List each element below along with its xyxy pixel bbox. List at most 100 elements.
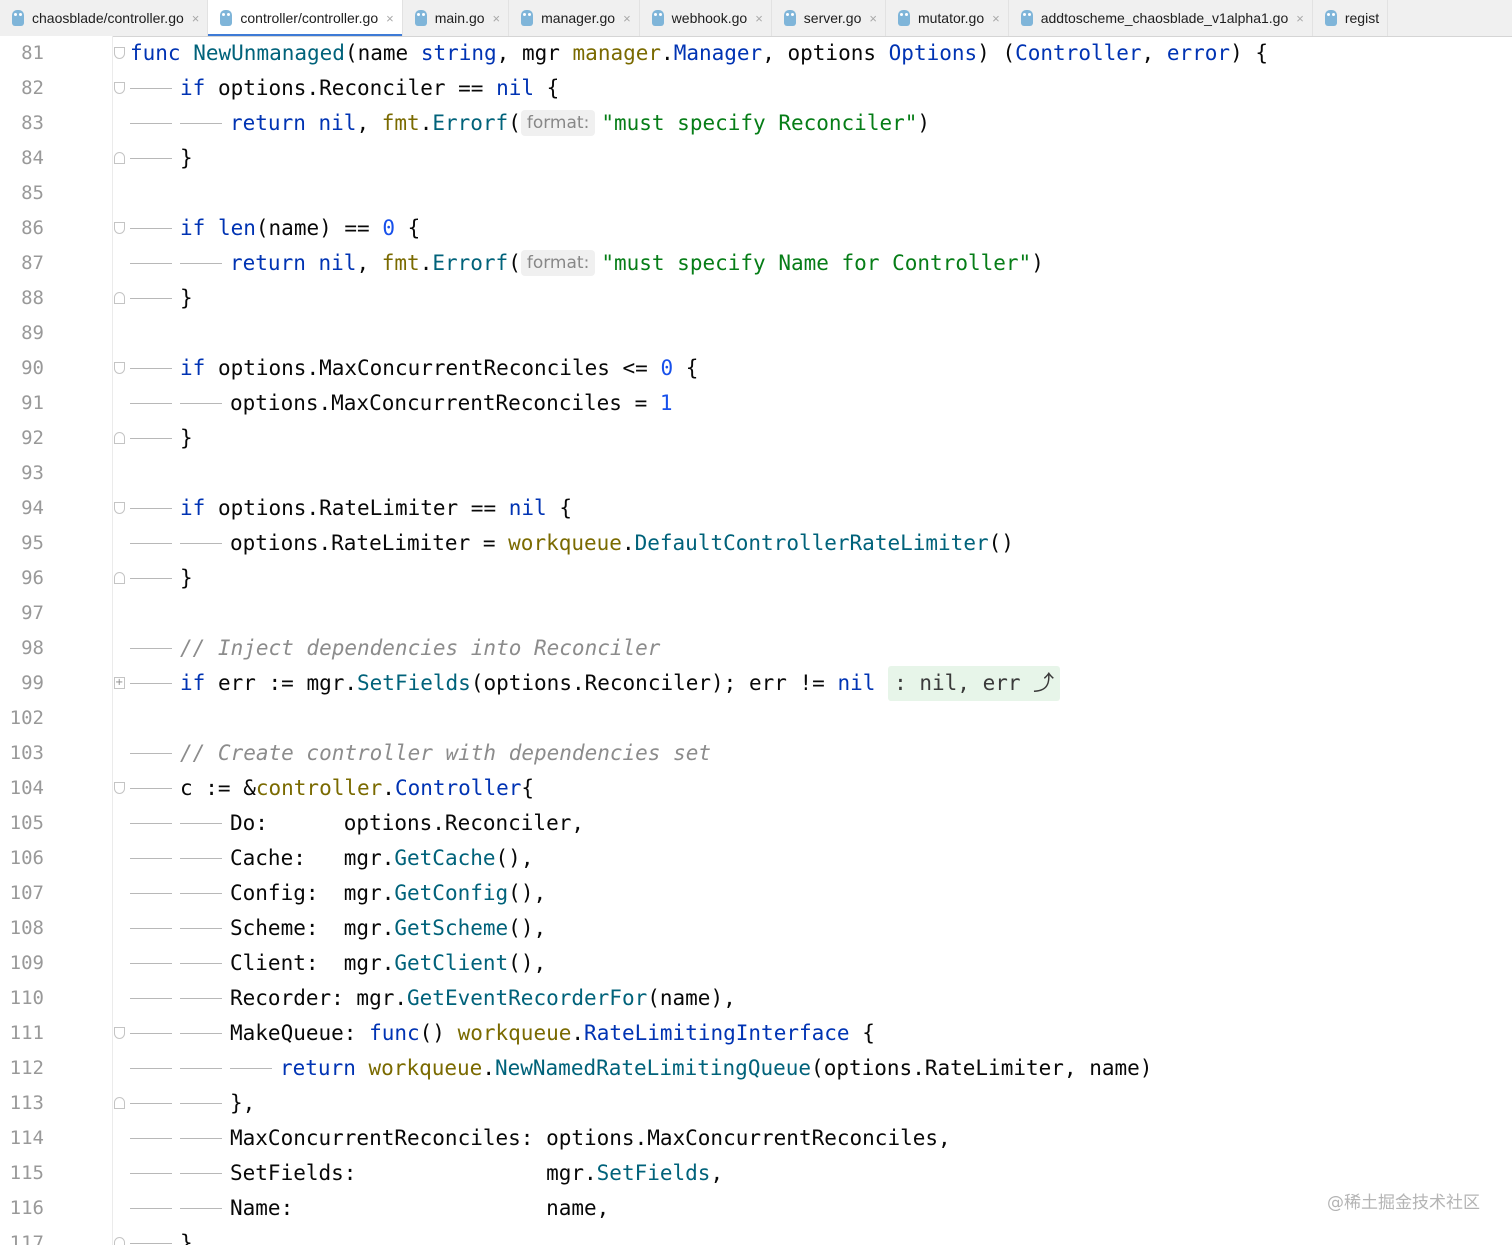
code-line: 92} (0, 421, 1512, 456)
code-token: (), (508, 881, 547, 905)
close-icon[interactable]: × (869, 11, 877, 26)
indent-guide (180, 823, 222, 824)
code-text: MaxConcurrentReconciles: options.MaxConc… (230, 1121, 951, 1156)
indent-guide (180, 1033, 222, 1034)
code-token: ( (508, 111, 521, 135)
line-number: 86 (21, 217, 44, 239)
code-token: if (180, 671, 206, 695)
indent-guide (130, 928, 172, 929)
code-token: Controller (1015, 41, 1142, 65)
fold-marker-icon[interactable] (114, 152, 125, 164)
tab-manager-go[interactable]: manager.go × (509, 0, 640, 36)
go-gopher-icon (651, 10, 664, 26)
line-number: 99 (21, 672, 44, 694)
close-icon[interactable]: × (755, 11, 763, 26)
code-token: error (1166, 41, 1231, 65)
code-line: 109 Client: mgr.GetClient(), (0, 946, 1512, 981)
tab-addtoscheme-chaosblade-v1alpha1-go[interactable]: addtoscheme_chaosblade_v1alpha1.go × (1009, 0, 1313, 36)
code-token: , (356, 251, 382, 275)
line-number: 91 (21, 392, 44, 414)
code-editor[interactable]: 81 func NewUnmanaged(name string, mgr man… (0, 36, 1512, 1245)
tab-chaosblade-controller-go[interactable]: chaosblade/controller.go × (0, 0, 209, 36)
code-token: Cache: mgr. (230, 846, 395, 870)
code-line: 114 MaxConcurrentReconciles: options.MaxC… (0, 1121, 1512, 1156)
go-gopher-icon (783, 10, 796, 26)
tab-webhook-go[interactable]: webhook.go × (640, 0, 772, 36)
code-token: { (394, 216, 421, 240)
close-icon[interactable]: × (493, 11, 501, 26)
indent-guide (130, 648, 172, 649)
code-line: 87 return nil, fmt.Errorf(format: "must sp… (0, 246, 1512, 281)
code-text: } (180, 421, 193, 456)
tab-server-go[interactable]: server.go × (772, 0, 886, 36)
code-token: { (673, 356, 699, 380)
tab-controller-controller-go[interactable]: controller/controller.go × (208, 0, 403, 36)
go-gopher-icon (1020, 10, 1033, 26)
close-icon[interactable]: × (623, 11, 631, 26)
fold-marker-icon[interactable] (114, 362, 125, 374)
code-line: 112 return workqueue.NewNamedRateLimiting… (0, 1051, 1512, 1086)
fold-marker-icon[interactable] (114, 432, 125, 444)
tab-regist[interactable]: regist (1313, 0, 1389, 36)
code-token: c := & (180, 776, 256, 800)
fold-marker-icon[interactable] (114, 572, 125, 584)
indent-guide (130, 1243, 172, 1244)
code-line: 105 Do: options.Reconciler, (0, 806, 1512, 841)
close-icon[interactable]: × (1296, 11, 1304, 26)
code-token: SetFields (357, 671, 471, 695)
code-line: 115 SetFields: mgr.SetFields, (0, 1156, 1512, 1191)
code-token: , mgr (496, 41, 573, 65)
code-token: GetEventRecorderFor (407, 986, 648, 1010)
fold-marker-icon[interactable] (114, 292, 125, 304)
indent-guide (130, 438, 172, 439)
fold-marker-icon[interactable] (114, 782, 125, 794)
code-token: DefaultControllerRateLimiter (634, 531, 989, 555)
code-text: options.MaxConcurrentReconciles = 1 (230, 386, 673, 421)
folded-code-region[interactable]: : nil, err ⤴ (888, 666, 1061, 701)
line-number: 107 (9, 882, 44, 904)
line-number: 93 (21, 462, 44, 484)
indent-guide (130, 788, 172, 789)
code-token: Config: mgr. (230, 881, 395, 905)
code-token: (options.Reconciler); err != (470, 671, 838, 695)
code-line: 103 // Create controller with dependencie… (0, 736, 1512, 771)
code-text: return workqueue.NewNamedRateLimitingQue… (280, 1051, 1152, 1086)
fold-marker-icon[interactable] (114, 1027, 125, 1039)
editor-tab-bar: chaosblade/controller.go × controller/cont… (0, 0, 1512, 37)
line-number: 117 (9, 1232, 44, 1245)
code-text: Client: mgr.GetClient(), (230, 946, 546, 981)
fold-marker-icon[interactable] (114, 502, 125, 514)
code-text: MakeQueue: func() workqueue.RateLimiting… (230, 1016, 875, 1051)
indent-guide (130, 263, 172, 264)
code-line: 95 options.RateLimiter = workqueue.Defaul… (0, 526, 1512, 561)
code-token: return (230, 111, 306, 135)
line-number: 103 (9, 742, 44, 764)
close-icon[interactable]: × (192, 11, 200, 26)
close-icon[interactable]: × (386, 11, 394, 26)
code-token: (options.RateLimiter, name) (811, 1056, 1153, 1080)
code-token: . (621, 531, 635, 555)
tab-mutator-go[interactable]: mutator.go × (886, 0, 1009, 36)
fold-marker-icon[interactable] (114, 1237, 125, 1245)
code-token: SetFields: mgr. (230, 1161, 597, 1185)
close-icon[interactable]: × (992, 11, 1000, 26)
indent-guide (180, 1173, 222, 1174)
code-line: 111 MakeQueue: func() workqueue.RateLimit… (0, 1016, 1512, 1051)
code-token: options.MaxConcurrentReconciles <= (205, 356, 661, 380)
fold-marker-icon[interactable] (114, 82, 125, 94)
go-gopher-icon (12, 10, 24, 26)
code-text: if options.RateLimiter == nil { (180, 491, 572, 526)
fold-marker-icon[interactable] (114, 47, 125, 59)
code-line: 99 if err := mgr.SetFields(options.Reconc… (0, 665, 1512, 701)
fold-marker-icon[interactable] (114, 1097, 125, 1109)
fold-marker-icon[interactable] (114, 222, 125, 234)
line-number: 109 (9, 952, 44, 974)
tab-main-go[interactable]: main.go × (403, 0, 510, 36)
code-token: GetScheme (394, 916, 509, 940)
fold-expand-icon[interactable] (114, 665, 125, 700)
code-text: Cache: mgr.GetCache(), (230, 841, 533, 876)
code-token: workqueue (368, 1056, 483, 1080)
